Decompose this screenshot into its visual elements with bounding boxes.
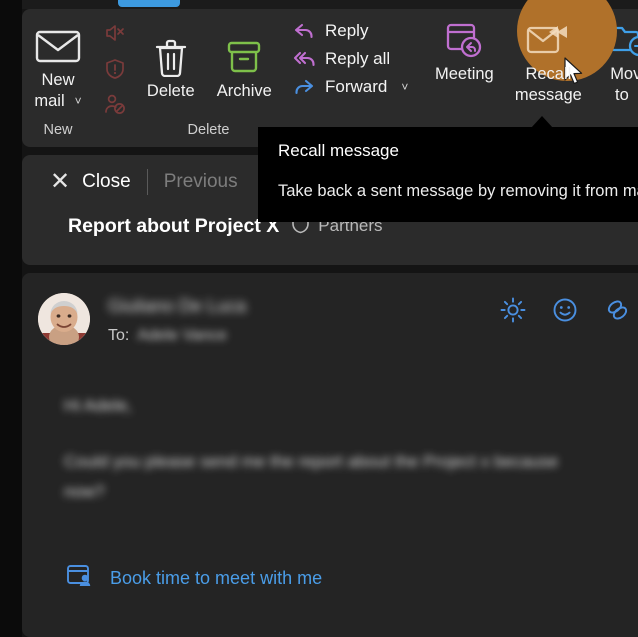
chevron-down-icon[interactable]: ˅ xyxy=(401,80,408,94)
loop-components-icon[interactable] xyxy=(604,297,630,328)
mute-icon[interactable] xyxy=(104,23,126,45)
reply-all-arrow-icon xyxy=(293,49,315,69)
message-pane: Giuliano De Luca To: Adele Vance Hi Adel… xyxy=(22,273,638,637)
move-to-label-line1: Move xyxy=(610,65,638,83)
recall-tooltip: Recall message Take back a sent message … xyxy=(258,127,638,222)
message-subject: Report about Project X xyxy=(68,214,280,237)
close-label: Close xyxy=(82,171,131,192)
ribbon-group-label-new: New xyxy=(43,122,73,138)
block-sender-icon[interactable] xyxy=(104,93,126,115)
envelope-rewind-icon xyxy=(525,17,571,63)
previous-button[interactable]: Previous xyxy=(164,171,238,193)
chevron-down-icon[interactable]: ˅ xyxy=(75,92,82,111)
book-time-label: Book time to meet with me xyxy=(110,568,323,588)
junk-shield-icon[interactable] xyxy=(104,58,126,80)
reply-button[interactable]: Reply xyxy=(293,21,408,41)
message-header: Giuliano De Luca To: Adele Vance xyxy=(38,293,246,345)
meeting-label: Meeting xyxy=(435,65,494,83)
calendar-reply-icon xyxy=(443,17,485,63)
message-actions xyxy=(500,297,630,328)
tooltip-title: Recall message xyxy=(278,141,399,160)
body-line-2: now? xyxy=(64,482,105,501)
new-mail-label-line2: mail xyxy=(34,92,65,110)
recall-label-line1: Recall xyxy=(525,65,572,83)
message-body: Hi Adele, Could you please send me the r… xyxy=(64,391,638,507)
ribbon-mini-actions xyxy=(94,9,136,147)
archive-button[interactable]: Archive xyxy=(208,28,281,101)
close-button[interactable]: ✕ Close xyxy=(50,170,131,194)
sender-name: Giuliano De Luca xyxy=(108,296,247,316)
archive-box-icon xyxy=(224,34,264,80)
to-recipient: Adele Vance xyxy=(137,327,227,344)
new-mail-label-line1: New xyxy=(41,71,75,89)
envelope-icon xyxy=(35,23,81,69)
to-label: To: xyxy=(108,327,130,344)
command-bar-divider xyxy=(146,169,148,195)
tooltip-description: Take back a sent message by removing it … xyxy=(278,182,638,200)
ribbon-group-new: New mail ˅ New xyxy=(22,9,94,147)
trash-icon xyxy=(153,34,189,80)
active-tab-indicator[interactable] xyxy=(118,0,180,7)
close-x-icon: ✕ xyxy=(50,168,71,195)
reply-all-label: Reply all xyxy=(325,49,391,68)
left-gutter xyxy=(0,0,22,637)
reply-label: Reply xyxy=(325,21,369,40)
outlook-window: New mail ˅ New Delete Archive Delete Rep… xyxy=(0,0,638,637)
folder-arrow-icon xyxy=(608,17,638,63)
meeting-button[interactable]: Meeting xyxy=(422,11,506,84)
calendar-person-icon xyxy=(66,563,94,594)
new-mail-button[interactable]: New mail ˅ xyxy=(22,17,94,111)
archive-label: Archive xyxy=(216,81,272,100)
forward-label: Forward xyxy=(325,77,388,96)
tooltip-pointer xyxy=(531,116,553,128)
delete-button[interactable]: Delete xyxy=(136,28,206,101)
reply-arrow-icon xyxy=(293,21,315,41)
avatar[interactable] xyxy=(38,293,90,345)
forward-button[interactable]: Forward ˅ xyxy=(293,77,408,97)
body-line-greeting: Hi Adele, xyxy=(64,396,133,415)
body-line-1: Could you please send me the report abou… xyxy=(64,452,559,471)
recall-label-line2: message xyxy=(514,86,582,104)
reply-all-button[interactable]: Reply all xyxy=(293,49,408,69)
forward-arrow-icon xyxy=(293,77,315,97)
respond-text-buttons: Reply Reply all Forward ˅ xyxy=(281,11,408,97)
move-to-button[interactable]: Move to ˅ xyxy=(590,11,638,105)
book-time-link[interactable]: Book time to meet with me xyxy=(66,563,322,594)
ribbon-tab-strip xyxy=(22,0,638,9)
delete-label: Delete xyxy=(146,81,195,100)
smiley-reaction-icon[interactable] xyxy=(552,297,578,328)
brightness-icon[interactable] xyxy=(500,297,526,328)
move-to-label-line2: to xyxy=(614,86,629,104)
recall-message-button[interactable]: Recall message xyxy=(506,11,590,105)
